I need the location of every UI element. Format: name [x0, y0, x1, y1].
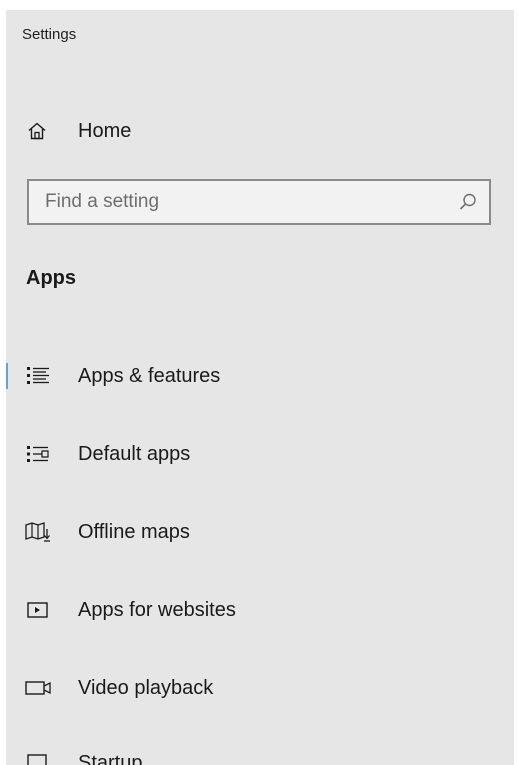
- nav-item-default-apps[interactable]: Default apps: [6, 431, 514, 477]
- default-apps-icon: [24, 442, 52, 466]
- nav-item-video-playback[interactable]: Video playback: [6, 665, 514, 711]
- nav-item-label: Apps & features: [78, 364, 221, 387]
- search-icon[interactable]: [457, 191, 479, 213]
- map-icon: [24, 520, 52, 544]
- nav-item-label: Offline maps: [78, 520, 190, 543]
- home-label: Home: [78, 119, 132, 142]
- home-nav-item[interactable]: Home: [26, 116, 131, 146]
- nav-item-label: Startup: [78, 751, 143, 765]
- window-title: Settings: [22, 26, 77, 43]
- section-title: Apps: [26, 267, 76, 289]
- selected-indicator: [6, 363, 8, 389]
- nav-item-label: Default apps: [78, 442, 191, 465]
- nav-item-startup[interactable]: Startup: [6, 740, 514, 765]
- nav-item-offline-maps[interactable]: Offline maps: [6, 509, 514, 555]
- apps-features-icon: [24, 364, 52, 388]
- home-icon: [26, 120, 48, 142]
- video-icon: [24, 676, 52, 700]
- nav-item-apps-for-websites[interactable]: Apps for websites: [6, 587, 514, 633]
- search-box[interactable]: [27, 179, 491, 225]
- nav-item-label: Video playback: [78, 676, 214, 699]
- settings-sidebar: Settings Home Apps: [6, 10, 514, 765]
- nav-item-label: Apps for websites: [78, 598, 236, 621]
- apps-for-websites-icon: [24, 598, 52, 622]
- startup-icon: [24, 751, 52, 765]
- search-input[interactable]: [29, 180, 457, 224]
- nav-item-apps-features[interactable]: Apps & features: [6, 353, 514, 399]
